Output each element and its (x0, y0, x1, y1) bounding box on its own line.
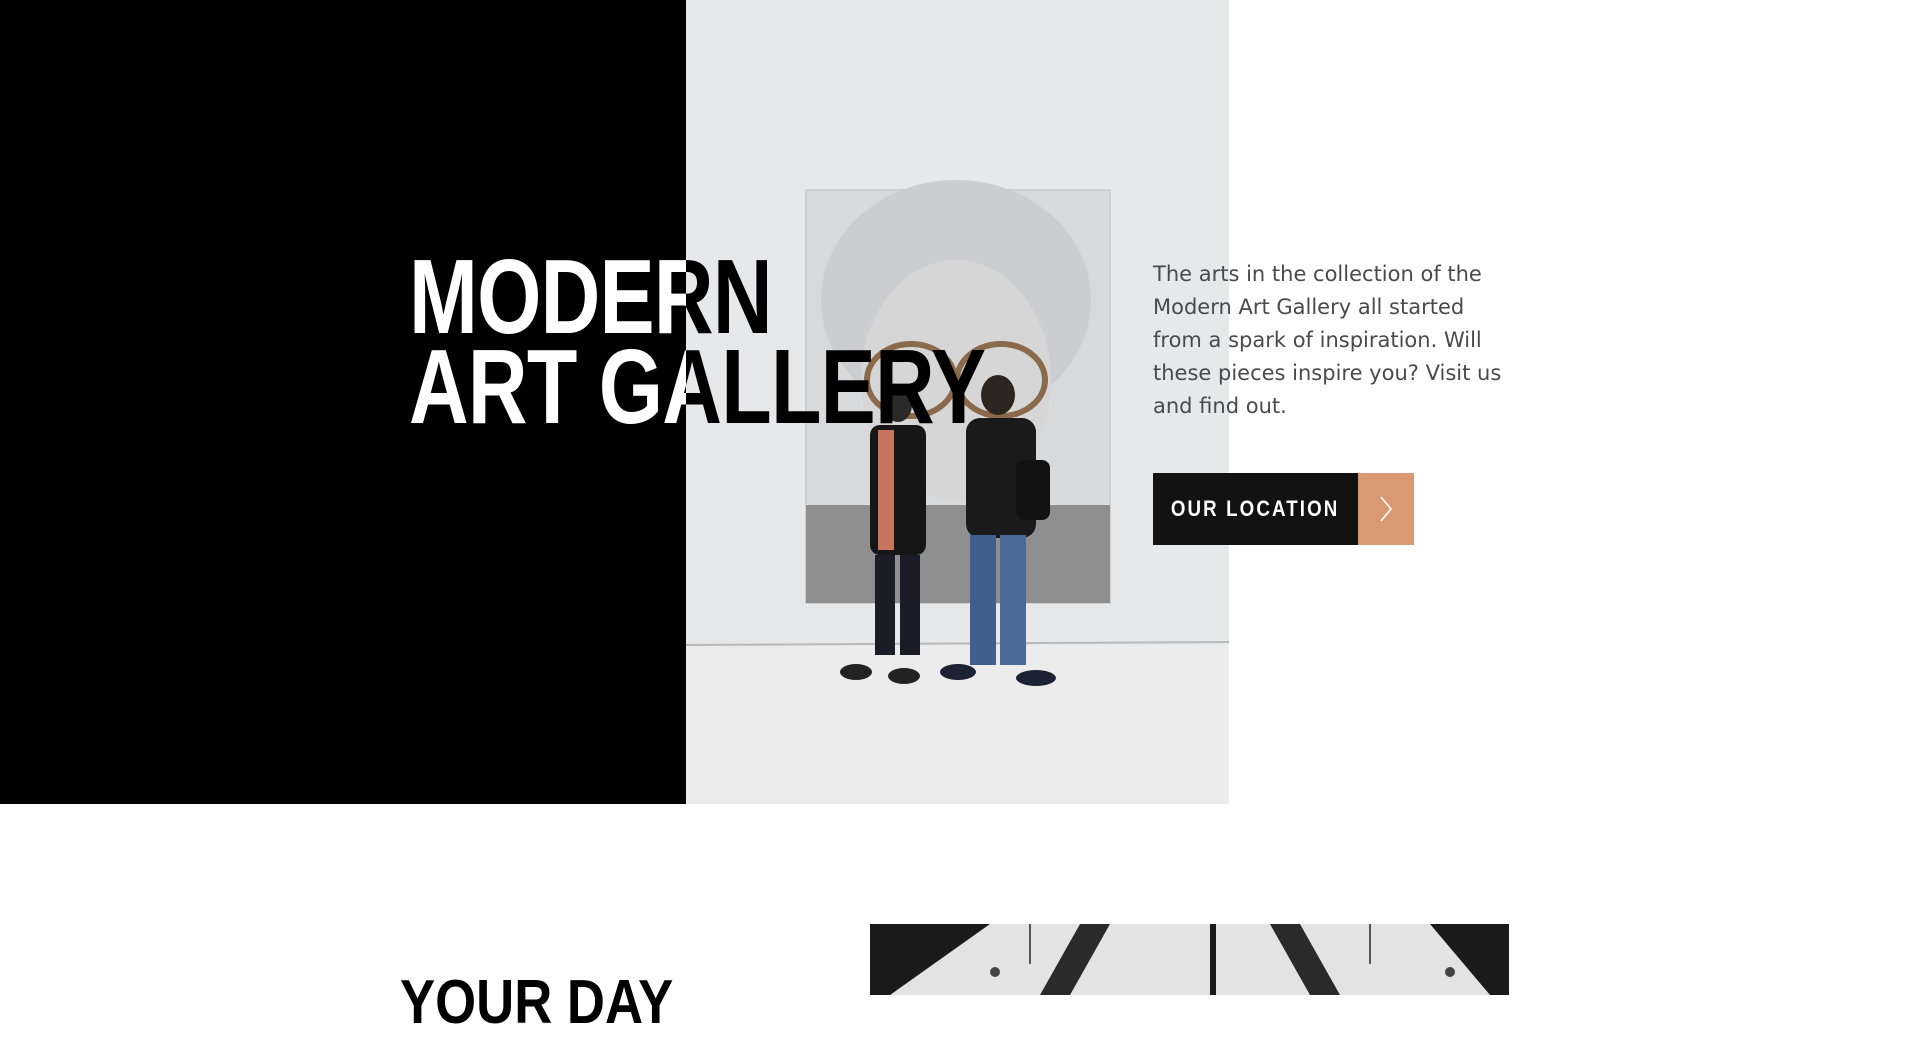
hero-title-line2: ART GALLERY (409, 328, 686, 446)
our-location-button[interactable]: OUR LOCATION (1153, 473, 1414, 545)
hero-title-line2-overlay: ART GALLERY (686, 328, 986, 446)
our-location-label[interactable]: OUR LOCATION (1153, 473, 1358, 545)
gallery-interior-image (870, 924, 1509, 995)
hero-title: MODERN ART GALLERY MODERN ART GALLERY (409, 252, 986, 452)
chevron-right-icon[interactable] (1358, 473, 1414, 545)
hero-description: The arts in the collection of the Modern… (1153, 262, 1502, 418)
section-heading-your-day: YOUR DAY (400, 968, 674, 1037)
hero-section: MODERN ART GALLERY MODERN ART GALLERY Th… (0, 0, 1905, 804)
